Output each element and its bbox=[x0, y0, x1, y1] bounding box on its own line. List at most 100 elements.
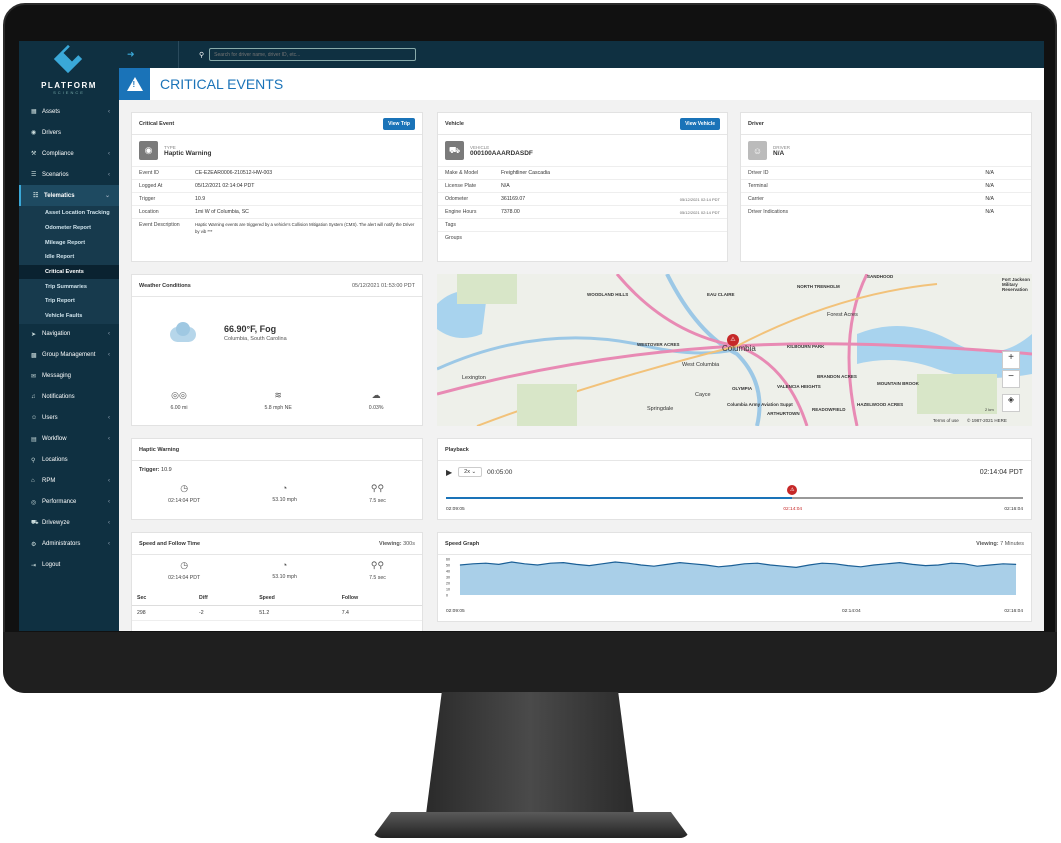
map-label: ARTHURTOWN bbox=[767, 411, 800, 416]
zoom-out-button[interactable]: − bbox=[1002, 370, 1020, 388]
subnav-item-odometer-report[interactable]: Odometer Report bbox=[19, 221, 119, 236]
subnav-item-critical-events[interactable]: Critical Events bbox=[19, 264, 119, 280]
detail-row: Groups bbox=[438, 231, 727, 244]
detail-key: Trigger bbox=[139, 196, 156, 202]
sidebar-item-users[interactable]: ☺ Users ‹ bbox=[19, 408, 119, 429]
y-tick-label: 60 bbox=[446, 558, 450, 562]
speed-follow-card: Speed and Follow Time Viewing: 300s ◷ 02:1… bbox=[131, 532, 423, 631]
sidebar-item-messaging[interactable]: ✉ Messaging bbox=[19, 366, 119, 387]
sidebar-item-locations[interactable]: ⚲ Locations bbox=[19, 450, 119, 471]
sidebar-item-label: Performance bbox=[42, 499, 77, 505]
stat-value: 5.8 mph NE bbox=[264, 405, 292, 411]
speed-point bbox=[627, 562, 629, 564]
sidebar-item-label: Logout bbox=[42, 562, 61, 568]
logo[interactable]: PLATFORM SCIENCE bbox=[19, 41, 119, 101]
search-input[interactable] bbox=[209, 48, 417, 61]
fog-cloud-icon bbox=[170, 322, 196, 344]
chevron-icon: ‹ bbox=[108, 415, 110, 421]
event-location-pin-icon[interactable]: ⚠ bbox=[727, 334, 739, 346]
stat-value: 7.5 sec bbox=[369, 498, 386, 504]
sidebar-item-drivers[interactable]: ◉ Drivers bbox=[19, 122, 119, 143]
sidebar-item-rpm[interactable]: ⌂ RPM ‹ bbox=[19, 471, 119, 492]
chevron-icon: ‹ bbox=[108, 352, 110, 358]
detail-row: Location 1mi W of Columbia, SC bbox=[132, 205, 422, 218]
chevron-icon: ‹ bbox=[108, 171, 110, 178]
speed-point bbox=[1002, 563, 1004, 565]
table-cell: -2 bbox=[194, 605, 255, 621]
speed-point bbox=[666, 564, 668, 565]
sidebar-item-telematics[interactable]: ☷ Telematics ⌄ bbox=[19, 185, 119, 206]
sidebar-item-notifications[interactable]: ♫ Notifications bbox=[19, 387, 119, 408]
playback-speed-select[interactable]: 2x ⌄ bbox=[458, 467, 483, 477]
detail-row: Driver Indications N/A bbox=[741, 205, 1031, 218]
map-terms-link[interactable]: Terms of use bbox=[933, 418, 959, 423]
subnav-item-asset-location-tracking[interactable]: Asset Location Tracking bbox=[19, 206, 119, 221]
subnav-item-trip-summaries[interactable]: Trip Summaries bbox=[19, 279, 119, 294]
subnav-item-trip-report[interactable]: Trip Report bbox=[19, 294, 119, 309]
detail-value: N/A bbox=[985, 183, 994, 189]
subnav-item-mileage-report[interactable]: Mileage Report bbox=[19, 235, 119, 250]
sidebar-item-assets[interactable]: ▦ Assets ‹ bbox=[19, 101, 119, 122]
map-label: OLYMPIA bbox=[732, 386, 753, 391]
detail-key: Odometer bbox=[445, 196, 469, 202]
playback-timeline[interactable]: ⚠ bbox=[446, 485, 1023, 499]
sidebar-item-navigation[interactable]: ➤ Navigation ‹ bbox=[19, 324, 119, 345]
detail-key: Driver ID bbox=[748, 170, 769, 176]
stat-value: 7.5 sec bbox=[369, 575, 386, 581]
playback-end-time: 02:16:04 bbox=[1004, 507, 1023, 512]
detail-row: Engine Hours 7378.00 05/12/2021 02:14 PDT bbox=[438, 205, 727, 218]
speed-point bbox=[653, 565, 655, 567]
map[interactable]: WOODLAND HILLS EAU CLAIRE NORTH TRENHOLM Fo… bbox=[437, 274, 1032, 426]
zoom-in-button[interactable]: + bbox=[1002, 351, 1020, 369]
view-trip-button[interactable]: View Trip bbox=[383, 117, 415, 130]
playback-start-time: 02:09:05 bbox=[446, 507, 465, 512]
playback-marker-icon[interactable]: ⚠ bbox=[787, 485, 798, 495]
vehicle-id: 000100AAARDASDF bbox=[470, 149, 533, 157]
table-cell: 298 bbox=[132, 605, 195, 621]
speed-point bbox=[808, 564, 810, 566]
map-layers-button[interactable]: ◈ bbox=[1002, 394, 1020, 412]
messaging-icon: ✉ bbox=[31, 373, 37, 380]
speed-area bbox=[460, 562, 1016, 595]
subnav-item-vehicle-faults[interactable]: Vehicle Faults bbox=[19, 309, 119, 324]
sidebar-item-workflow[interactable]: ▤ Workflow ‹ bbox=[19, 429, 119, 450]
sidebar-item-logout[interactable]: ⇥ Logout bbox=[19, 555, 119, 576]
map-label: West Columbia bbox=[682, 362, 720, 368]
detail-key: Location bbox=[139, 209, 159, 215]
wind-icon: ≋ bbox=[274, 390, 282, 400]
back-button[interactable]: ➜ bbox=[119, 41, 179, 68]
view-vehicle-button[interactable]: View Vehicle bbox=[680, 117, 720, 130]
sidebar: PLATFORM SCIENCE ▦ Assets ‹ ◉ Drivers ⚒ Compli… bbox=[19, 41, 119, 631]
detail-key: Carrier bbox=[748, 196, 764, 202]
chevron-icon: ‹ bbox=[108, 108, 110, 115]
type-value: Haptic Warning bbox=[164, 149, 212, 157]
speed-point bbox=[782, 565, 784, 567]
subnav-item-idle-report[interactable]: Idle Report bbox=[19, 250, 119, 265]
column-header[interactable]: Sec bbox=[132, 591, 195, 606]
play-button[interactable]: ▶ bbox=[446, 468, 452, 477]
sidebar-item-scenarios[interactable]: ☰ Scenarios ‹ bbox=[19, 164, 119, 185]
column-header[interactable]: Speed bbox=[254, 591, 337, 606]
speed-point bbox=[472, 563, 474, 565]
driver-value: N/A bbox=[773, 149, 785, 157]
y-tick-label: 10 bbox=[446, 588, 450, 592]
driver-label: DRIVER bbox=[773, 144, 791, 150]
weather-time: 05/12/2021 01:53:00 PDT bbox=[352, 282, 415, 289]
sidebar-item-performance[interactable]: ◎ Performance ‹ bbox=[19, 492, 119, 513]
sidebar-item-administrators[interactable]: ⚙ Administrators ‹ bbox=[19, 534, 119, 555]
map-label: MOUNTAIN BROOK bbox=[877, 381, 919, 386]
speed-follow-table: Sec Diff Speed Follow 298 -2 51.2 7.4 bbox=[132, 591, 422, 621]
sidebar-item-label: Telematics bbox=[44, 192, 75, 199]
speed-point bbox=[770, 564, 771, 566]
user-icon: ☺ bbox=[748, 141, 767, 160]
sidebar-item-compliance[interactable]: ⚒ Compliance ‹ bbox=[19, 143, 119, 164]
sidebar-item-drivewyze[interactable]: ⛟ Drivewyze ‹ bbox=[19, 513, 119, 534]
stat-value: 0.03% bbox=[368, 405, 384, 411]
column-header[interactable]: Follow bbox=[336, 591, 422, 606]
column-header[interactable]: Diff bbox=[194, 591, 255, 606]
monitor-stand-neck bbox=[425, 692, 635, 822]
workflow-icon: ▤ bbox=[31, 436, 37, 443]
trigger-label: Trigger: bbox=[139, 467, 160, 473]
sidebar-item-group-management[interactable]: ▩ Group Management ‹ bbox=[19, 345, 119, 366]
detail-timestamp: 05/12/2021 02:14 PDT bbox=[679, 196, 720, 202]
